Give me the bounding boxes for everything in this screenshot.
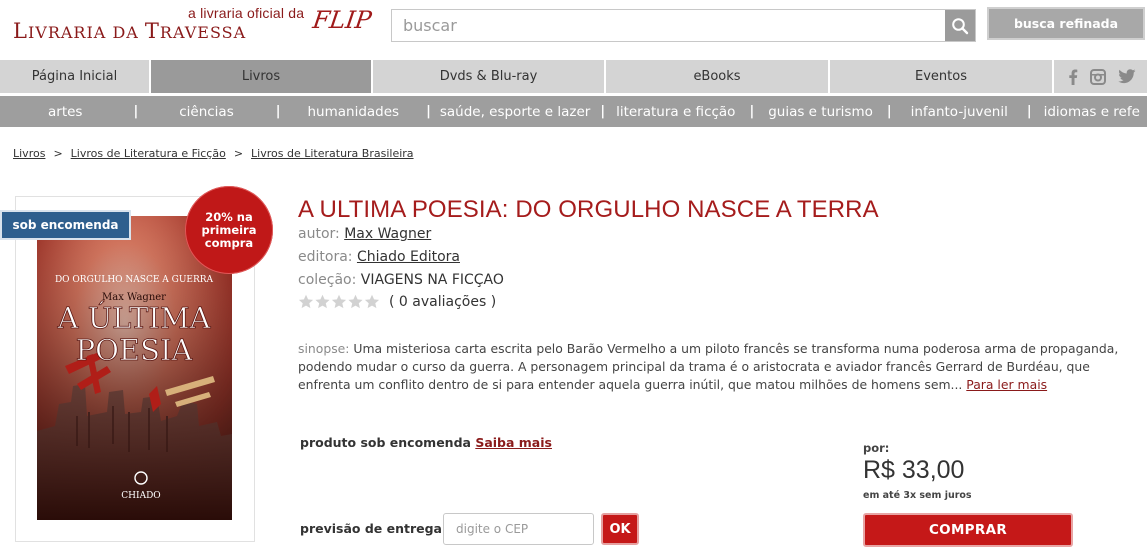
tab-books[interactable]: Livros (151, 60, 373, 93)
buy-button[interactable]: COMPRAR (863, 513, 1073, 547)
category-separator: | (426, 104, 431, 119)
star-icon (348, 294, 363, 309)
category-link[interactable]: saúde, esporte e lazer (440, 104, 591, 120)
star-icon (364, 294, 380, 309)
cover-publisher: CHIADO (121, 491, 160, 501)
category-separator: | (275, 104, 281, 119)
logo-wordmark: LIVRARIA DA TRAVESSA (13, 19, 247, 43)
twitter-icon[interactable] (1118, 69, 1136, 84)
publisher-link[interactable]: Chiado Editora (357, 249, 460, 265)
product-publisher-row: editora: Chiado Editora (298, 249, 460, 265)
category-separator: | (749, 104, 755, 119)
breadcrumb: Livros > Livros de Literatura e Ficção > Liv… (13, 147, 414, 160)
rating-stars[interactable]: ( 0 avaliações ) (298, 294, 496, 310)
logo-flip: FLIP (311, 6, 374, 34)
search-button[interactable] (945, 10, 975, 41)
cover-subtitle: DO ORGULHO NASCE A GUERRA (55, 275, 214, 285)
reviews-count[interactable]: ( 0 avaliações ) (389, 294, 496, 310)
delivery-label: previsão de entrega: (300, 521, 447, 536)
category-link[interactable]: idiomas e refe (1044, 104, 1140, 120)
author-link[interactable]: Max Wagner (344, 226, 431, 242)
learn-more-link[interactable]: Saiba mais (475, 435, 552, 450)
order-note: produto sob encomenda Saiba mais (300, 435, 552, 450)
advanced-search-button[interactable]: busca refinada (987, 7, 1145, 40)
category-link[interactable]: guias e turismo (768, 104, 873, 120)
product-collection-row: coleção: VIAGENS NA FICÇAO (298, 272, 504, 288)
breadcrumb-link[interactable]: Livros de Literatura Brasileira (251, 147, 414, 160)
category-separator: | (600, 104, 606, 119)
category-link[interactable]: literatura e ficção (616, 104, 735, 120)
facebook-icon[interactable] (1068, 69, 1078, 85)
read-more-link[interactable]: Para ler mais (966, 377, 1047, 392)
tab-dvds[interactable]: Dvds & Blu-ray (373, 60, 606, 93)
cep-input[interactable] (443, 513, 594, 545)
collection-value: VIAGENS NA FICÇAO (360, 272, 504, 288)
search-icon (952, 17, 969, 34)
cover-title-line1: A ÚLTIMA (57, 300, 212, 335)
price-value: R$ 33,00 (863, 456, 965, 484)
breadcrumb-separator: > (233, 147, 244, 160)
star-icon (315, 294, 330, 309)
instagram-icon[interactable] (1090, 68, 1106, 85)
search-bar (391, 9, 976, 42)
cover-title-line2: POESIA (76, 333, 194, 367)
star-icon (298, 294, 314, 309)
discount-badge: 20% na primeira compra (185, 186, 273, 274)
site-logo[interactable]: a livraria oficial da LIVRARIA DA TRAVES… (13, 4, 373, 48)
product-synopsis: sinopse: Uma misteriosa carta escrita pe… (298, 341, 1119, 392)
search-input[interactable] (392, 10, 946, 41)
product-title: A ULTIMA POESIA: DO ORGULHO NASCE A TERR… (298, 196, 879, 223)
tab-ebooks[interactable]: eBooks (606, 60, 830, 93)
category-separator: | (886, 104, 892, 119)
category-link[interactable]: artes (48, 104, 82, 120)
category-separator: | (133, 104, 139, 119)
category-link[interactable]: infanto-juvenil (911, 104, 1008, 120)
category-nav: artes | ciências | humanidades | saúde, … (0, 96, 1147, 127)
installments-note: em até 3x sem juros (863, 490, 972, 501)
category-separator: | (1026, 104, 1032, 119)
star-icon (331, 294, 347, 309)
breadcrumb-separator: > (53, 147, 63, 160)
breadcrumb-link[interactable]: Livros (13, 147, 45, 160)
tab-events[interactable]: Eventos (830, 60, 1054, 93)
order-status-badge: sob encomenda (0, 210, 131, 240)
tab-home[interactable]: Página Inicial (0, 60, 151, 93)
product-author-row: autor: Max Wagner (298, 226, 432, 242)
cep-ok-button[interactable]: OK (601, 513, 639, 545)
category-link[interactable]: ciências (179, 104, 234, 120)
main-nav: Página Inicial Livros Dvds & Blu-ray eBo… (0, 60, 1147, 93)
breadcrumb-link[interactable]: Livros de Literatura e Ficção (71, 147, 226, 160)
social-links (1054, 60, 1136, 93)
category-link[interactable]: humanidades (307, 104, 399, 120)
price-label: por: (863, 441, 890, 455)
